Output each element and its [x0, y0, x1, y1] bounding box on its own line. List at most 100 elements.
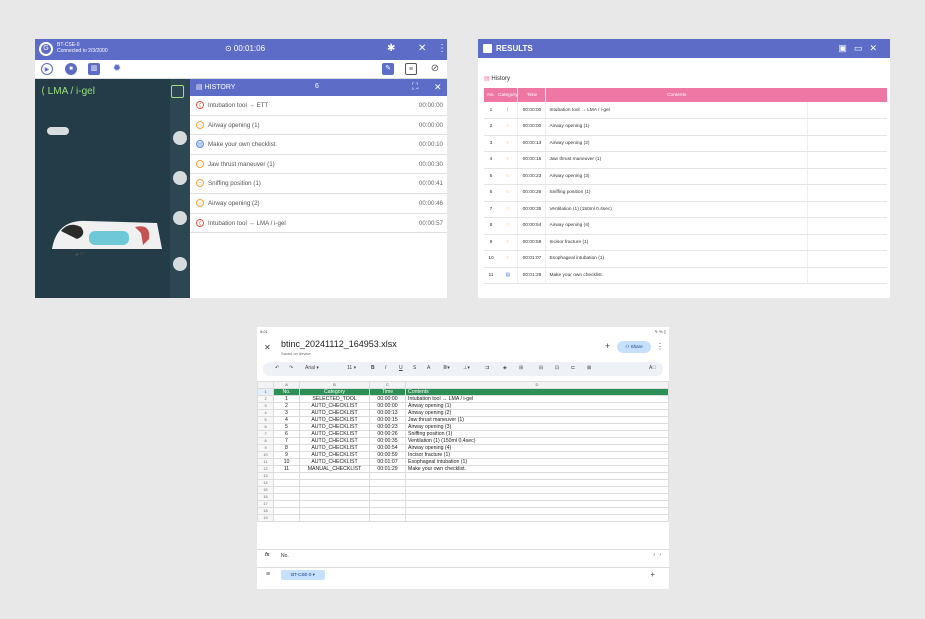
column-letter[interactable]: C	[369, 381, 406, 389]
data-cell[interactable]: 11	[273, 465, 300, 473]
share-button[interactable]: ⚇ Share	[617, 341, 651, 353]
report-icon[interactable]: ✎	[382, 63, 394, 75]
nav-arrows-icon[interactable]: ‹ ›	[654, 552, 662, 558]
history-item[interactable]: ○ Airway opening (2) 00:00:46	[190, 194, 447, 214]
font-select[interactable]: Arial ▾	[305, 365, 319, 371]
folder-icon[interactable]: ▭	[854, 43, 870, 53]
empty-row[interactable]: 17	[257, 500, 669, 508]
valign-icon[interactable]: ⊥▾	[463, 365, 470, 371]
data-cell[interactable]: Sniffing position (1)	[405, 430, 669, 438]
data-cell[interactable]: SELECTED_TOOL	[299, 395, 370, 403]
empty-row[interactable]: 13	[257, 472, 669, 480]
more-icon[interactable]: ⋮	[656, 342, 664, 351]
data-cell[interactable]: 00:01:29	[369, 465, 406, 473]
data-row[interactable]: 8 7 AUTO_CHECKLIST 00:00:35 Ventilation (1) …	[257, 437, 669, 445]
header-cell[interactable]: Time	[369, 388, 406, 396]
insert-row-icon[interactable]: ⊟	[539, 365, 543, 371]
font-size-select[interactable]: 11 ▾	[347, 365, 356, 371]
data-cell[interactable]: 9	[273, 451, 300, 459]
data-row[interactable]: 4 3 AUTO_CHECKLIST 00:00:13 Airway opening (…	[257, 409, 669, 417]
data-cell[interactable]: 1	[273, 395, 300, 403]
data-row[interactable]: 9 8 AUTO_CHECKLIST 00:00:54 Airway opening (…	[257, 444, 669, 452]
empty-row[interactable]: 18	[257, 507, 669, 515]
row-number[interactable]: 11	[257, 458, 274, 466]
row-number[interactable]: 15	[257, 486, 274, 494]
stomach-icon[interactable]	[173, 257, 187, 271]
empty-cell[interactable]	[299, 514, 370, 522]
history-item[interactable]: ▤ Make your own checklist. 00:00:10	[190, 135, 447, 155]
data-row[interactable]: 2 1 SELECTED_TOOL 00:00:00 Intubation tool →…	[257, 395, 669, 403]
wrap-icon[interactable]: ⇉	[485, 365, 489, 371]
data-cell[interactable]: 4	[273, 416, 300, 424]
row-number[interactable]: 5	[257, 416, 274, 424]
data-row[interactable]: 12 11 MANUAL_CHECKLIST 00:01:29 Make your ow…	[257, 465, 669, 473]
fill-color-icon[interactable]: ◈	[503, 365, 507, 371]
play-icon[interactable]: ▶	[41, 63, 53, 75]
data-cell[interactable]: Make your own checklist.	[405, 465, 669, 473]
data-cell[interactable]: 00:00:35	[369, 437, 406, 445]
text-format-icon[interactable]: A⃒	[649, 365, 656, 371]
strikethrough-icon[interactable]: S	[413, 365, 416, 371]
align-icon[interactable]: ≣▾	[443, 365, 450, 371]
empty-cell[interactable]	[369, 500, 406, 508]
chart-icon[interactable]: ▥	[88, 63, 100, 75]
data-cell[interactable]: AUTO_CHECKLIST	[299, 458, 370, 466]
add-sheet-icon[interactable]: +	[650, 570, 655, 579]
empty-cell[interactable]	[299, 486, 370, 494]
data-cell[interactable]: 6	[273, 430, 300, 438]
data-cell[interactable]: 8	[273, 444, 300, 452]
empty-cell[interactable]	[299, 493, 370, 501]
empty-cell[interactable]	[369, 507, 406, 515]
data-cell[interactable]: Airway opening (1)	[405, 402, 669, 410]
empty-cell[interactable]	[405, 472, 669, 480]
row-number[interactable]: 8	[257, 437, 274, 445]
history-item[interactable]: ⟨ Intubation tool → LMA / i-gel 00:00:57	[190, 214, 447, 234]
data-cell[interactable]: AUTO_CHECKLIST	[299, 444, 370, 452]
header-cell[interactable]: Category	[299, 388, 370, 396]
history-item[interactable]: ⟨ Intubation tool → ETT 00:00:00	[190, 96, 447, 116]
undo-icon[interactable]: ↶	[275, 365, 279, 371]
row-number[interactable]: 6	[257, 423, 274, 431]
row-number[interactable]: 14	[257, 479, 274, 487]
data-cell[interactable]: AUTO_CHECKLIST	[299, 409, 370, 417]
empty-cell[interactable]	[369, 514, 406, 522]
empty-row[interactable]: 15	[257, 486, 669, 494]
close-icon[interactable]: ✕	[869, 43, 884, 53]
row-number[interactable]: 3	[257, 402, 274, 410]
empty-row[interactable]: 16	[257, 493, 669, 501]
data-cell[interactable]: 3	[273, 409, 300, 417]
row-number[interactable]: 7	[257, 430, 274, 438]
data-cell[interactable]: 00:00:15	[369, 416, 406, 424]
row-number[interactable]: 1	[257, 388, 274, 396]
row-number[interactable]: 19	[257, 514, 274, 522]
data-cell[interactable]: 5	[273, 423, 300, 431]
empty-row[interactable]: 19	[257, 514, 669, 522]
sheets-menu-icon[interactable]: ≡	[266, 571, 270, 578]
empty-cell[interactable]	[273, 507, 300, 515]
empty-cell[interactable]	[369, 493, 406, 501]
gear-icon[interactable]: ✹	[111, 63, 123, 75]
mute-icon[interactable]: ⊘	[429, 63, 441, 75]
empty-cell[interactable]	[405, 486, 669, 494]
bluetooth-icon[interactable]: ✱	[387, 43, 395, 55]
close-icon[interactable]: ✕	[418, 43, 426, 55]
close-icon[interactable]: ✕	[434, 82, 442, 93]
data-cell[interactable]: Airway opening (4)	[405, 444, 669, 452]
more-icon[interactable]: ⋮	[437, 43, 447, 55]
italic-icon[interactable]: I	[385, 365, 386, 371]
data-cell[interactable]: AUTO_CHECKLIST	[299, 402, 370, 410]
merge-icon[interactable]: ⊏	[571, 365, 575, 371]
data-cell[interactable]: 00:00:54	[369, 444, 406, 452]
history-item[interactable]: ○ Airway opening (1) 00:00:00	[190, 116, 447, 136]
column-letter[interactable]: B	[299, 381, 370, 389]
row-number[interactable]: 16	[257, 493, 274, 501]
data-cell[interactable]: 2	[273, 402, 300, 410]
formula-bar[interactable]: fx No. ‹ ›	[257, 549, 669, 561]
data-cell[interactable]: AUTO_CHECKLIST	[299, 423, 370, 431]
empty-cell[interactable]	[369, 486, 406, 494]
data-cell[interactable]: AUTO_CHECKLIST	[299, 451, 370, 459]
empty-cell[interactable]	[273, 479, 300, 487]
data-cell[interactable]: AUTO_CHECKLIST	[299, 416, 370, 424]
data-cell[interactable]: MANUAL_CHECKLIST	[299, 465, 370, 473]
data-cell[interactable]: 00:00:59	[369, 451, 406, 459]
